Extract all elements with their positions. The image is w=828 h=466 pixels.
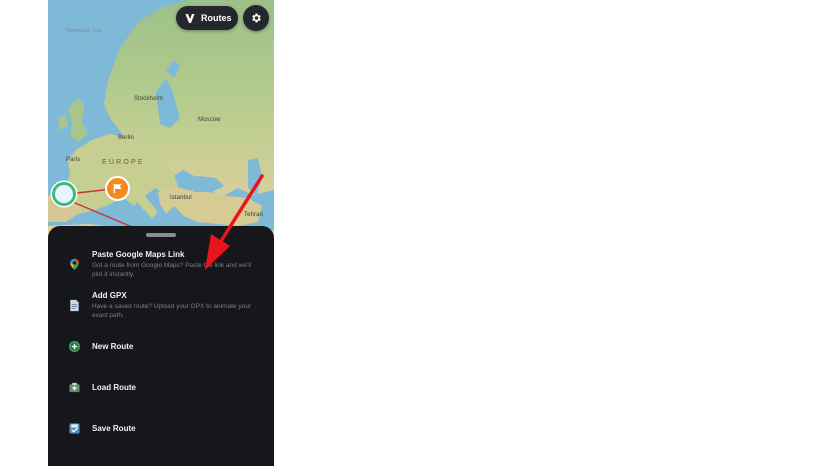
folder-icon (69, 382, 80, 393)
routes-button[interactable]: Routes (176, 6, 238, 30)
menu-item-title: Load Route (92, 383, 136, 392)
map-canvas (48, 0, 274, 240)
route-end-marker[interactable] (105, 176, 130, 201)
settings-button[interactable] (243, 5, 269, 31)
map-label-tehran: Tehran (244, 212, 263, 218)
route-logo-icon (185, 14, 195, 23)
menu-item-description: Have a saved route? Upload your GPX to a… (92, 303, 251, 319)
map-label-europe: EUROPE (102, 159, 145, 166)
menu-item-new-route[interactable]: New Route (48, 338, 274, 356)
map-label-stockholm: Stockholm (134, 96, 163, 102)
menu-item-title: New Route (92, 342, 134, 351)
phone-screen: Norwegian Sea Stockholm Moscow Berlin Pa… (48, 0, 274, 466)
document-icon (70, 299, 79, 312)
route-start-marker[interactable] (52, 182, 76, 206)
save-icon (69, 423, 80, 434)
routes-button-label: Routes (201, 13, 232, 23)
map-view[interactable]: Norwegian Sea Stockholm Moscow Berlin Pa… (48, 0, 274, 240)
map-label-norwegian-sea: Norwegian Sea (66, 28, 102, 34)
menu-item-title: Add GPX (92, 291, 127, 300)
menu-item-add-gpx[interactable]: Add GPX Have a saved route? Upload your … (48, 289, 274, 325)
map-label-moscow: Moscow (198, 117, 221, 123)
map-label-istanbul: Istanbul (170, 195, 192, 201)
menu-item-description: Got a route from Google Maps? Paste the … (92, 262, 252, 278)
menu-item-load-route[interactable]: Load Route (48, 379, 274, 397)
flag-icon (113, 183, 122, 194)
map-label-paris: Paris (66, 157, 81, 163)
menu-item-title: Paste Google Maps Link (92, 250, 185, 259)
map-pin-icon (70, 258, 79, 271)
gear-icon (252, 13, 261, 23)
menu-item-save-route[interactable]: Save Route (48, 420, 274, 438)
plus-circle-icon (68, 340, 81, 353)
route-options-sheet: Paste Google Maps Link Got a route from … (48, 226, 274, 466)
menu-item-title: Save Route (92, 424, 136, 433)
menu-item-paste-google-maps-link[interactable]: Paste Google Maps Link Got a route from … (48, 248, 274, 284)
sheet-drag-handle[interactable] (146, 233, 176, 237)
map-label-berlin: Berlin (118, 135, 134, 141)
